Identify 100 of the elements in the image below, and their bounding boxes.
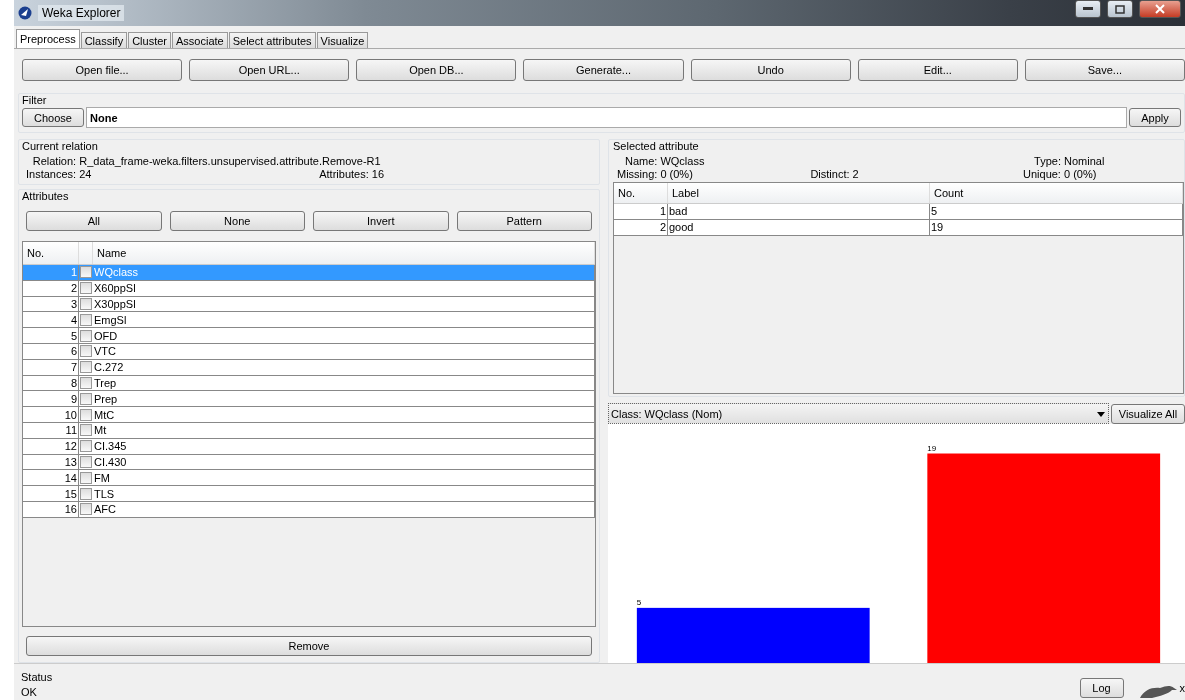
tab[interactable]: Associate — [172, 32, 228, 48]
toolbar-button[interactable]: Undo — [690, 59, 851, 81]
status-text: OK — [21, 686, 38, 698]
row-number: 9 — [23, 391, 79, 407]
attribute-row[interactable]: 15 TLS — [23, 486, 595, 502]
toolbar-button[interactable]: Open file... — [22, 59, 183, 81]
type-value: Nominal — [1064, 155, 1106, 167]
table-cell: good — [668, 219, 930, 235]
distinct-label: Distinct: — [810, 168, 851, 180]
tab[interactable]: Select attributes — [228, 32, 316, 48]
attribute-button[interactable]: Pattern — [456, 211, 592, 231]
choose-button[interactable]: Choose — [22, 108, 84, 127]
checkbox[interactable] — [80, 282, 92, 295]
checkbox[interactable] — [80, 376, 92, 389]
checkbox[interactable] — [80, 440, 92, 453]
checkbox[interactable] — [80, 313, 92, 326]
checkbox[interactable] — [80, 455, 92, 468]
attribute-button[interactable]: None — [169, 211, 305, 231]
checkbox[interactable] — [80, 392, 92, 405]
relation-label: Relation: — [31, 155, 78, 167]
class-dropdown[interactable]: Class: WQclass (Nom) — [608, 403, 1109, 424]
checkbox[interactable] — [80, 487, 92, 500]
unique-value: 0 (0%) — [1064, 168, 1098, 180]
row-number: 1 — [23, 265, 79, 280]
attribute-name: EmgSl — [93, 312, 595, 328]
checkbox[interactable] — [80, 345, 92, 358]
tab[interactable]: Cluster — [128, 32, 171, 48]
checkbox[interactable] — [80, 503, 92, 516]
attributes-label: Attributes: — [319, 168, 370, 180]
table-cell: 1 — [614, 204, 668, 219]
column-header[interactable]: No. — [23, 242, 79, 264]
instances-label: Instances: — [26, 168, 78, 180]
tab[interactable]: Classify — [80, 32, 128, 48]
table-cell: 19 — [930, 219, 1183, 235]
relation-value: R_data_frame-weka.filters.unsupervised.attribute.Remove-R1 — [79, 155, 382, 167]
remove-button[interactable]: Remove — [26, 636, 592, 656]
minimize-icon — [1083, 7, 1093, 11]
attribute-name: C.272 — [93, 359, 595, 375]
log-button[interactable]: Log — [1079, 678, 1124, 698]
toolbar-button[interactable]: Save... — [1024, 59, 1185, 81]
attribute-name: AFC — [93, 501, 595, 517]
column-header[interactable]: Name — [93, 242, 595, 264]
table-cell: 5 — [930, 204, 1183, 219]
attribute-row[interactable]: 4 EmgSl — [23, 312, 595, 329]
table-cell: 2 — [614, 219, 668, 235]
attribute-name: OFD — [93, 328, 595, 343]
toolbar-button[interactable]: Open URL... — [189, 59, 350, 81]
table-cell: bad — [668, 204, 930, 219]
group-title: Selected attribute — [613, 140, 700, 153]
group-title: Current relation — [22, 140, 99, 153]
name-label: Name: — [623, 155, 659, 167]
bar-value-label: 5 — [636, 597, 642, 607]
toolbar-button[interactable]: Generate... — [523, 59, 684, 81]
attribute-name: CI.430 — [93, 454, 595, 470]
group-title: Status — [21, 671, 54, 684]
group-title: Filter — [22, 94, 48, 107]
apply-button[interactable]: Apply — [1129, 108, 1181, 127]
checkbox[interactable] — [80, 471, 92, 484]
row-number: 13 — [23, 454, 79, 470]
filter-field[interactable]: None — [86, 107, 1127, 128]
missing-label: Missing: — [617, 168, 659, 180]
app-icon — [18, 6, 32, 20]
visualize-all-button[interactable]: Visualize All — [1111, 403, 1185, 424]
attribute-name: TLS — [93, 486, 595, 501]
attribute-name: VTC — [93, 344, 595, 359]
attribute-name: MtC — [93, 407, 595, 422]
attribute-row[interactable]: 9 Prep — [23, 391, 595, 408]
row-number: 4 — [23, 312, 79, 328]
attribute-button[interactable]: Invert — [313, 211, 449, 231]
checkbox[interactable] — [80, 408, 92, 421]
checkbox[interactable] — [80, 329, 92, 342]
bar-value-label: 19 — [927, 443, 937, 453]
checkbox[interactable] — [80, 361, 92, 374]
attribute-name: X60ppSl — [93, 280, 595, 296]
task-count: x — [1179, 682, 1185, 694]
close-button[interactable] — [1139, 0, 1181, 18]
attribute-name: WQclass — [93, 265, 595, 280]
tab[interactable]: Visualize — [316, 32, 369, 48]
row-number: 10 — [23, 407, 79, 422]
checkbox[interactable] — [80, 266, 92, 279]
column-header[interactable]: No. — [614, 183, 668, 203]
row-number: 7 — [23, 359, 79, 375]
tab[interactable]: Preprocess — [16, 29, 80, 48]
column-header[interactable]: Count — [930, 183, 1183, 203]
attribute-row[interactable]: 5 OFD — [23, 328, 595, 344]
attribute-name: CI.345 — [93, 438, 595, 454]
row-number: 14 — [23, 470, 79, 486]
checkbox[interactable] — [80, 424, 92, 437]
toolbar-button[interactable]: Open DB... — [356, 59, 517, 81]
toolbar-button[interactable]: Edit... — [857, 59, 1018, 81]
missing-value: 0 (0%) — [660, 168, 694, 180]
column-header[interactable]: Label — [668, 183, 930, 203]
attribute-row[interactable]: 14 FM — [23, 470, 595, 487]
attribute-button[interactable]: All — [26, 211, 162, 231]
checkbox[interactable] — [80, 298, 92, 310]
row-number: 16 — [23, 501, 79, 517]
attribute-row[interactable]: 10 MtC — [23, 407, 595, 423]
minimize-button[interactable] — [1075, 0, 1101, 18]
maximize-button[interactable] — [1107, 0, 1133, 18]
attribute-name: FM — [93, 470, 595, 486]
